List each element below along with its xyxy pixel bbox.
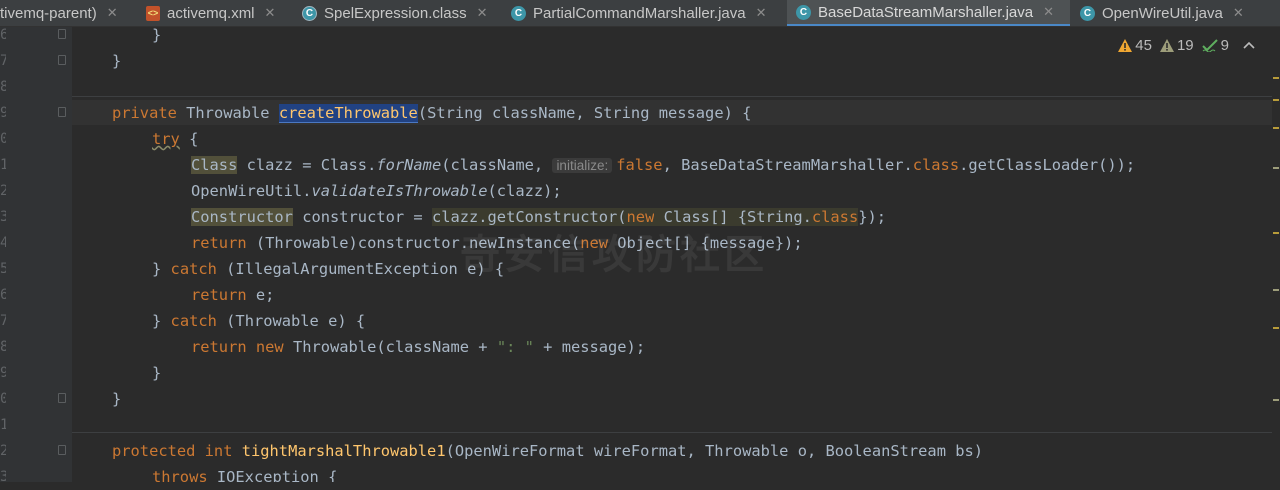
warnings-count[interactable]: 45	[1118, 37, 1152, 54]
tab-spelexpression-class[interactable]: C SpelExpression.class ✕	[302, 0, 487, 26]
typo-check-icon	[1201, 38, 1218, 52]
inspection-widget[interactable]: 45 19 9	[1110, 35, 1258, 55]
tab-label: PartialCommandMarshaller.java	[533, 4, 746, 22]
code-line[interactable]: }	[152, 27, 161, 48]
tab-openwireutil[interactable]: C OpenWireUtil.java ✕	[1080, 0, 1244, 26]
method-separator	[72, 432, 1272, 433]
line-number: 2	[0, 443, 6, 459]
code-line[interactable]: protected int tightMarshalThrowable1(Ope…	[112, 438, 983, 464]
warning-stripe-mark[interactable]	[1273, 289, 1279, 291]
tab-activemq-parent[interactable]: tivemq-parent) ✕	[0, 0, 118, 26]
line-number: 4	[0, 235, 6, 251]
code-line[interactable]: try {	[152, 126, 198, 152]
tab-label: tivemq-parent)	[0, 4, 97, 22]
tab-label: BaseDataStreamMarshaller.java	[818, 3, 1034, 21]
java-class-icon: C	[511, 5, 526, 21]
line-number: 0	[0, 391, 6, 407]
code-line[interactable]: return (Throwable)constructor.newInstanc…	[191, 230, 803, 256]
chevron-up-icon[interactable]	[1243, 41, 1258, 49]
line-number: 8	[0, 339, 6, 355]
close-icon[interactable]: ✕	[477, 5, 488, 21]
line-number: 7	[0, 313, 6, 329]
code-line[interactable]: } catch (Throwable e) {	[152, 308, 365, 334]
xml-file-icon: <>	[146, 5, 160, 21]
close-icon[interactable]: ✕	[1233, 5, 1244, 21]
line-number: 2	[0, 183, 6, 199]
code-line[interactable]: OpenWireUtil.validateIsThrowable(clazz);	[191, 178, 562, 204]
close-icon[interactable]: ✕	[756, 5, 767, 21]
line-number: 1	[0, 417, 6, 433]
line-number: 5	[0, 261, 6, 277]
fold-marker-icon[interactable]	[58, 55, 66, 65]
warning-stripe-mark[interactable]	[1273, 327, 1279, 329]
class-file-icon: C	[302, 5, 317, 21]
line-number: 3	[0, 209, 6, 225]
code-line[interactable]: return new Throwable(className + ": " + …	[191, 334, 645, 360]
close-icon[interactable]: ✕	[265, 5, 276, 21]
line-number-gutter[interactable]: 6 7 8 9 0 1 2 3 4 5 6 7 8 9 0 1 2 3	[0, 27, 72, 485]
line-number: 6	[0, 27, 6, 43]
close-icon[interactable]: ✕	[107, 5, 118, 21]
warning-stripe-mark[interactable]	[1273, 232, 1279, 234]
warning-stripe-mark[interactable]	[1273, 167, 1279, 169]
code-line[interactable]: }	[112, 386, 121, 412]
warning-stripe-mark[interactable]	[1273, 127, 1279, 129]
code-line[interactable]: Class clazz = Class.forName(className, i…	[191, 152, 1135, 178]
tab-basedatastreammarshaller[interactable]: C BaseDataStreamMarshaller.java ✕	[787, 0, 1070, 26]
line-number: 3	[0, 469, 6, 485]
error-stripe[interactable]	[1272, 27, 1280, 482]
java-class-icon: C	[796, 4, 811, 20]
tab-label: SpelExpression.class	[324, 4, 467, 22]
line-number: 8	[0, 79, 6, 95]
editor-tab-bar: tivemq-parent) ✕ <> activemq.xml ✕ C Spe…	[0, 0, 1280, 27]
code-line[interactable]: }	[152, 360, 161, 386]
tab-label: activemq.xml	[167, 4, 255, 22]
tab-partialcommandmarshaller[interactable]: C PartialCommandMarshaller.java ✕	[511, 0, 767, 26]
typos-count[interactable]: 9	[1201, 37, 1229, 54]
weak-warnings-count[interactable]: 19	[1159, 37, 1194, 54]
warning-stripe-mark[interactable]	[1273, 77, 1279, 79]
java-class-icon: C	[1080, 5, 1095, 21]
line-number: 7	[0, 53, 6, 69]
code-line[interactable]: } catch (IllegalArgumentException e) {	[152, 256, 504, 282]
parameter-hint: initialize:	[552, 158, 613, 173]
code-line[interactable]: throws IOException {	[152, 464, 337, 482]
code-editor[interactable]: } } private Throwable createThrowable(St…	[72, 27, 1272, 482]
warning-icon	[1118, 38, 1133, 52]
warning-stripe-mark[interactable]	[1273, 99, 1279, 101]
code-line[interactable]: return e;	[191, 282, 274, 308]
line-number: 6	[0, 287, 6, 303]
line-number: 9	[0, 105, 6, 121]
tab-label: OpenWireUtil.java	[1102, 4, 1223, 22]
code-line[interactable]: }	[112, 48, 121, 74]
line-number: 1	[0, 157, 6, 173]
line-number: 0	[0, 131, 6, 147]
code-line[interactable]: private Throwable createThrowable(String…	[112, 100, 751, 126]
warning-stripe-mark[interactable]	[1273, 399, 1279, 401]
fold-marker-icon[interactable]	[58, 445, 66, 455]
code-line[interactable]: Constructor constructor = clazz.getConst…	[191, 204, 886, 230]
fold-marker-icon[interactable]	[58, 29, 66, 39]
weak-warning-icon	[1159, 38, 1174, 52]
close-icon[interactable]: ✕	[1043, 4, 1054, 20]
fold-marker-icon[interactable]	[58, 107, 66, 117]
method-separator	[72, 96, 1272, 97]
fold-marker-icon[interactable]	[58, 393, 66, 403]
tab-activemq-xml[interactable]: <> activemq.xml ✕	[146, 0, 275, 26]
line-number: 9	[0, 365, 6, 381]
